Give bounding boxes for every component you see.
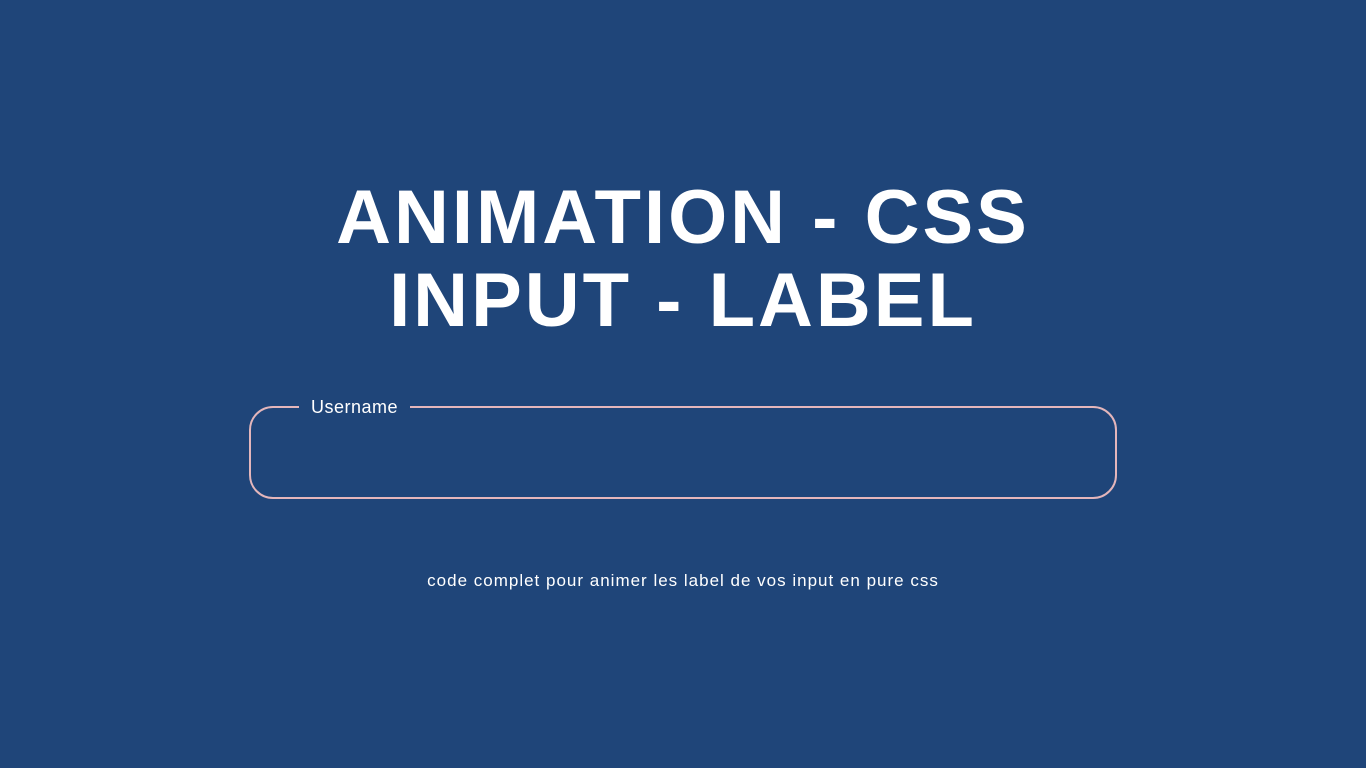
username-label: Username xyxy=(299,397,410,418)
title-line-1: ANIMATION - CSS xyxy=(336,175,1030,260)
title-line-2: INPUT - LABEL xyxy=(389,258,977,343)
page-description: code complet pour animer les label de vo… xyxy=(427,571,939,591)
page-title: ANIMATION - CSS INPUT - LABEL xyxy=(336,177,1030,341)
username-input-container: Username xyxy=(249,397,1117,499)
username-input[interactable] xyxy=(251,418,1115,497)
username-fieldset: Username xyxy=(249,397,1117,499)
